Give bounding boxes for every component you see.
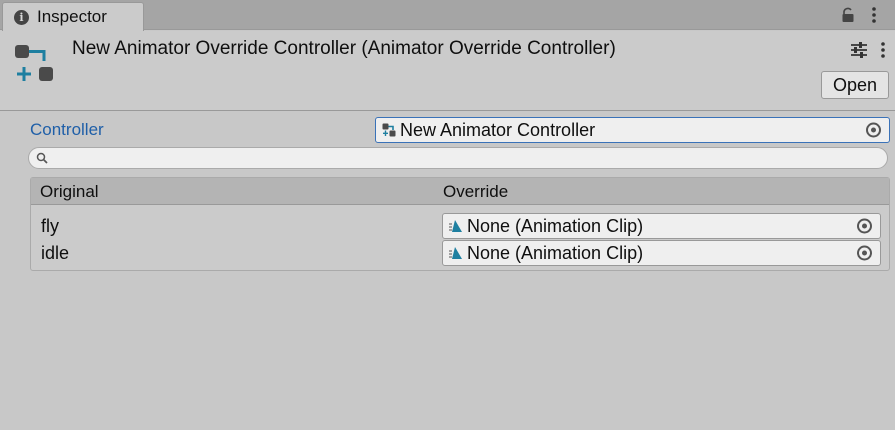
animation-clip-icon <box>449 220 462 232</box>
animator-controller-icon <box>382 123 396 137</box>
tab-inspector[interactable]: i Inspector <box>2 2 144 31</box>
controller-value: New Animator Controller <box>400 119 596 140</box>
search-input[interactable] <box>28 147 888 169</box>
object-picker-icon[interactable] <box>866 122 881 138</box>
controller-field[interactable]: New Animator Controller <box>375 117 890 143</box>
controller-label: Controller <box>30 120 104 139</box>
list-header: Original Override <box>31 178 889 205</box>
kebab-menu-icon[interactable] <box>870 6 878 24</box>
kebab-menu-icon[interactable] <box>879 41 887 59</box>
lock-icon[interactable] <box>841 7 855 23</box>
tab-label: Inspector <box>37 7 107 26</box>
open-button[interactable]: Open <box>821 71 889 99</box>
page-title: New Animator Override Controller (Animat… <box>72 38 616 59</box>
override-clip-value: None (Animation Clip) <box>467 215 644 236</box>
animator-override-icon <box>15 45 53 81</box>
override-clip-field[interactable]: None (Animation Clip) <box>442 213 881 239</box>
column-header-original: Original <box>40 182 99 201</box>
info-icon: i <box>14 9 29 25</box>
search-icon <box>36 152 48 164</box>
override-clip-field[interactable]: None (Animation Clip) <box>442 240 881 266</box>
row-original-name: idle <box>41 243 70 263</box>
column-header-override: Override <box>443 182 509 201</box>
tab-bar: i Inspector <box>0 0 895 31</box>
override-clip-value: None (Animation Clip) <box>467 242 644 263</box>
inspector-header: New Animator Override Controller (Animat… <box>0 31 895 111</box>
row-original-name: fly <box>41 216 59 236</box>
overrides-list: Original Override fly None (Animation Cl… <box>30 177 890 271</box>
animation-clip-icon <box>449 247 462 259</box>
object-picker-icon[interactable] <box>857 218 872 234</box>
object-picker-icon[interactable] <box>857 245 872 261</box>
presets-icon[interactable] <box>850 41 868 59</box>
